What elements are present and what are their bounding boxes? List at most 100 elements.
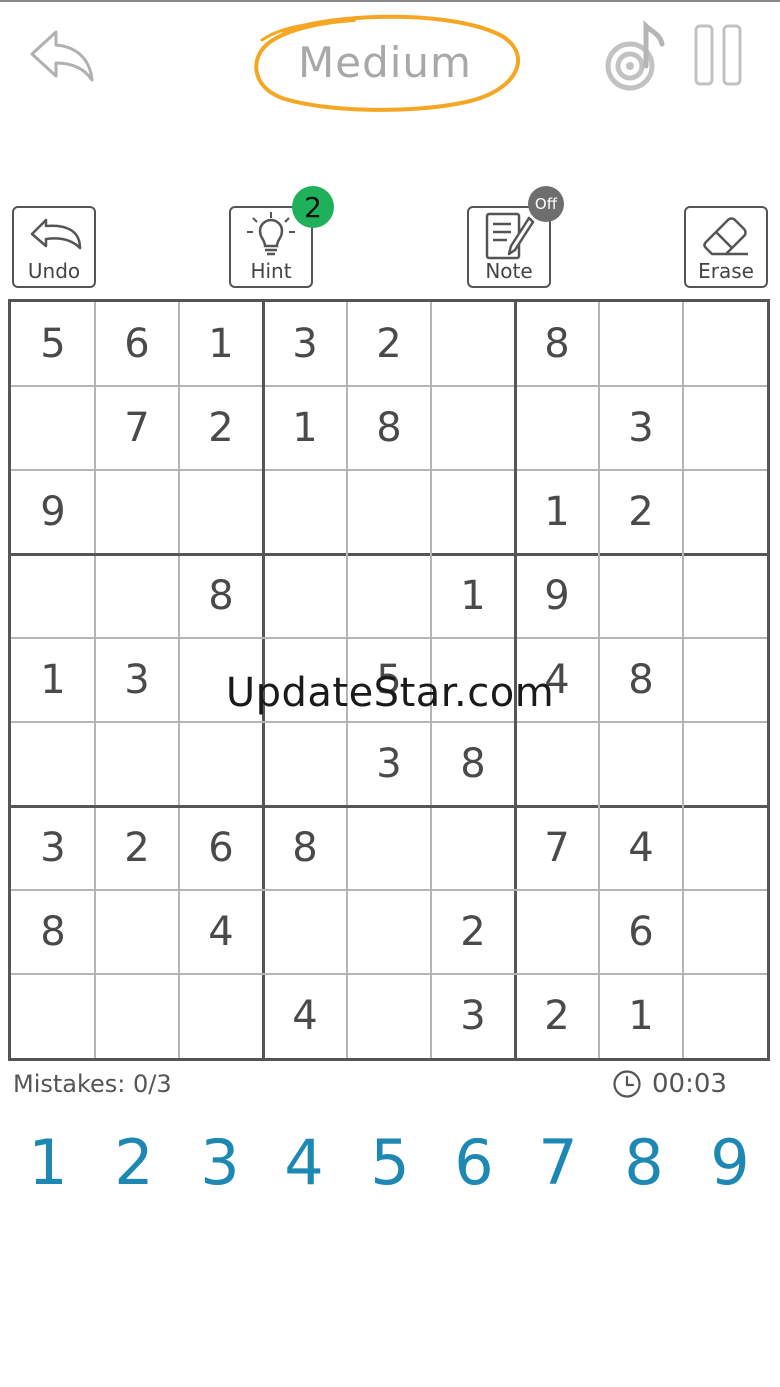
timer-value: 00:03 xyxy=(652,1069,727,1099)
lightbulb-icon xyxy=(247,212,295,256)
board-cell[interactable] xyxy=(11,554,95,638)
board-cell[interactable] xyxy=(179,974,263,1058)
board-cell[interactable] xyxy=(347,890,431,974)
pause-button[interactable] xyxy=(692,22,746,88)
board-cell[interactable]: 5 xyxy=(11,302,95,386)
board-cell[interactable] xyxy=(179,722,263,806)
number-key-7[interactable]: 7 xyxy=(516,1120,600,1204)
board-cell[interactable] xyxy=(431,806,515,890)
number-key-1[interactable]: 1 xyxy=(6,1120,90,1204)
board-cell[interactable]: 1 xyxy=(515,470,599,554)
number-key-9[interactable]: 9 xyxy=(688,1120,772,1204)
board-cell[interactable] xyxy=(515,890,599,974)
board-cell[interactable]: 3 xyxy=(347,722,431,806)
undo-icon xyxy=(30,218,82,250)
board-cell[interactable]: 2 xyxy=(515,974,599,1058)
board-cell[interactable] xyxy=(11,974,95,1058)
board-cell[interactable]: 6 xyxy=(95,302,179,386)
board-cell[interactable]: 7 xyxy=(95,386,179,470)
board-cell[interactable] xyxy=(11,386,95,470)
board-cell[interactable]: 9 xyxy=(11,470,95,554)
board-cell[interactable]: 1 xyxy=(599,974,683,1058)
board-cell[interactable]: 8 xyxy=(431,722,515,806)
board-cell[interactable] xyxy=(95,890,179,974)
board-cell[interactable] xyxy=(11,722,95,806)
undo-button[interactable]: Undo xyxy=(12,206,96,288)
board-cell[interactable] xyxy=(179,470,263,554)
hint-label: Hint xyxy=(250,259,292,283)
board-cell[interactable] xyxy=(599,722,683,806)
board-cell[interactable]: 6 xyxy=(599,890,683,974)
number-key-4[interactable]: 4 xyxy=(262,1120,346,1204)
board-cell[interactable] xyxy=(263,890,347,974)
board-cell[interactable]: 9 xyxy=(515,554,599,638)
board-cell[interactable] xyxy=(599,554,683,638)
board-cell[interactable]: 3 xyxy=(599,386,683,470)
board-cell[interactable] xyxy=(431,470,515,554)
board-cell[interactable] xyxy=(683,302,767,386)
board-cell[interactable] xyxy=(683,806,767,890)
board-cell[interactable] xyxy=(95,722,179,806)
board-cell[interactable]: 3 xyxy=(263,302,347,386)
board-cell[interactable] xyxy=(347,554,431,638)
board-cell[interactable] xyxy=(683,722,767,806)
board-cell[interactable] xyxy=(515,722,599,806)
difficulty-title: Medium xyxy=(244,10,526,114)
erase-label: Erase xyxy=(698,259,754,283)
number-key-2[interactable]: 2 xyxy=(92,1120,176,1204)
music-note-icon xyxy=(605,19,665,91)
board-cell[interactable] xyxy=(347,470,431,554)
board-cell[interactable] xyxy=(95,470,179,554)
board-cell[interactable] xyxy=(347,806,431,890)
board-cell[interactable]: 6 xyxy=(179,806,263,890)
pause-icon xyxy=(694,24,742,86)
board-cell[interactable]: 3 xyxy=(431,974,515,1058)
board-cell[interactable]: 8 xyxy=(515,302,599,386)
board-cell[interactable]: 2 xyxy=(95,806,179,890)
note-state-badge: Off xyxy=(528,186,564,222)
board-cell[interactable] xyxy=(683,974,767,1058)
board-cell[interactable] xyxy=(431,386,515,470)
board-cell[interactable] xyxy=(95,974,179,1058)
board-cell[interactable] xyxy=(683,470,767,554)
board-cell[interactable]: 1 xyxy=(263,386,347,470)
board-cell[interactable]: 8 xyxy=(347,386,431,470)
number-pad: 123456789 xyxy=(0,1120,780,1204)
board-cell[interactable] xyxy=(95,554,179,638)
board-cell[interactable]: 1 xyxy=(431,554,515,638)
board-cell[interactable] xyxy=(431,302,515,386)
number-key-5[interactable]: 5 xyxy=(348,1120,432,1204)
erase-button[interactable]: Erase xyxy=(684,206,768,288)
board-cell[interactable] xyxy=(683,890,767,974)
board-cell[interactable]: 3 xyxy=(11,806,95,890)
board-cell[interactable]: 2 xyxy=(431,890,515,974)
board-cell[interactable] xyxy=(683,386,767,470)
board-cell[interactable] xyxy=(263,722,347,806)
board-cell[interactable]: 1 xyxy=(179,302,263,386)
board-cell[interactable]: 2 xyxy=(599,470,683,554)
number-key-6[interactable]: 6 xyxy=(432,1120,516,1204)
board-cell[interactable] xyxy=(263,470,347,554)
music-button[interactable] xyxy=(600,19,666,92)
back-button[interactable] xyxy=(26,26,98,86)
board-cell[interactable] xyxy=(515,386,599,470)
board-cell[interactable]: 4 xyxy=(263,974,347,1058)
board-cell[interactable] xyxy=(683,554,767,638)
number-key-8[interactable]: 8 xyxy=(602,1120,686,1204)
board-cell[interactable]: 4 xyxy=(599,806,683,890)
board-cell[interactable]: 4 xyxy=(179,890,263,974)
number-key-3[interactable]: 3 xyxy=(178,1120,262,1204)
board-cell[interactable]: 7 xyxy=(515,806,599,890)
difficulty-label: Medium xyxy=(298,37,472,87)
mistakes-counter: Mistakes: 0/3 xyxy=(13,1070,172,1098)
board-cell[interactable] xyxy=(347,974,431,1058)
cell-divider-horizontal xyxy=(11,721,767,723)
board-cell[interactable] xyxy=(599,302,683,386)
board-cell[interactable]: 8 xyxy=(179,554,263,638)
board-cell[interactable]: 8 xyxy=(263,806,347,890)
board-cell[interactable]: 2 xyxy=(179,386,263,470)
board-cell[interactable]: 2 xyxy=(347,302,431,386)
board-cell[interactable] xyxy=(263,554,347,638)
box-divider-horizontal xyxy=(11,552,767,556)
board-cell[interactable]: 8 xyxy=(11,890,95,974)
